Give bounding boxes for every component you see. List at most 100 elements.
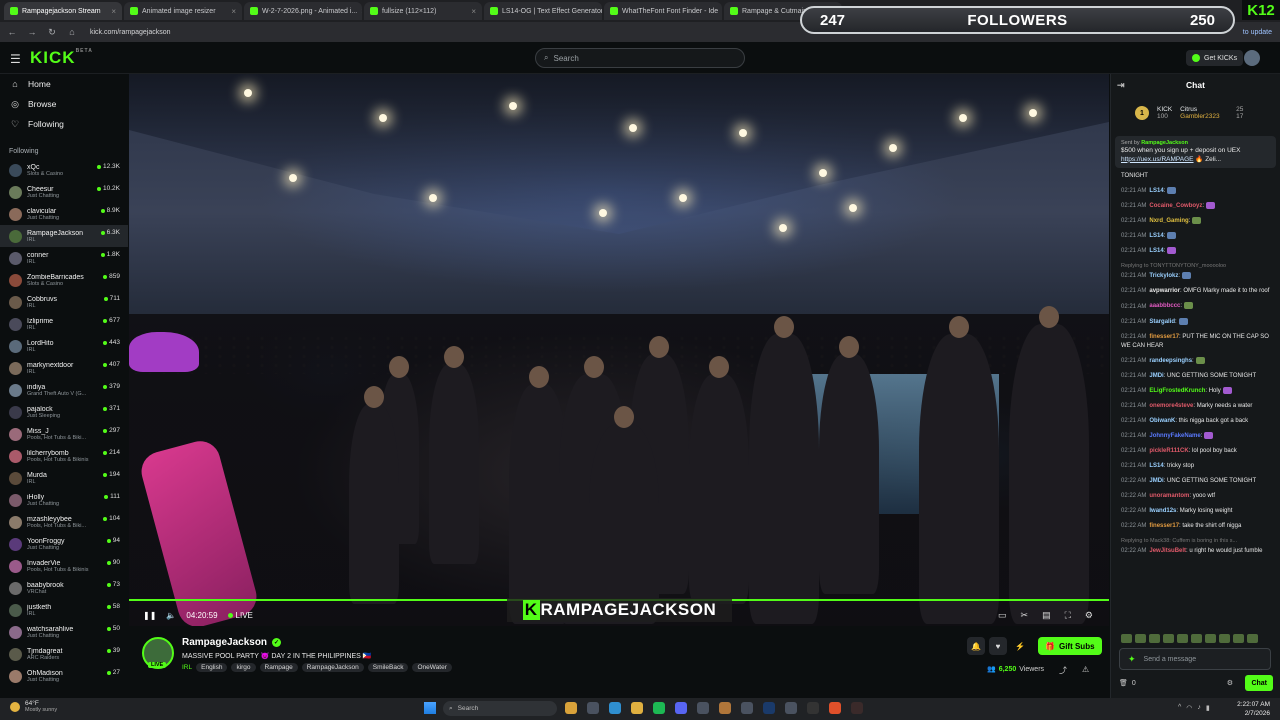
terminal-icon[interactable]: [807, 702, 819, 714]
message-username[interactable]: unoramantom: [1149, 493, 1189, 499]
sidebar-item-browse[interactable]: ◎ Browse: [0, 94, 128, 114]
wifi-icon[interactable]: ◠: [1186, 704, 1192, 712]
followed-channel[interactable]: mzashleyybee Pools, Hot Tubs & Biki... 104: [0, 511, 128, 533]
kick-logo[interactable]: KICKBETA: [30, 48, 93, 68]
message-username[interactable]: Iwand12s: [1149, 508, 1176, 514]
close-tab-icon[interactable]: ×: [471, 7, 476, 16]
message-username[interactable]: LS14: [1149, 233, 1163, 239]
followed-channel[interactable]: Izliprime IRL 677: [0, 313, 128, 335]
category-link[interactable]: IRL: [182, 664, 192, 671]
followed-channel[interactable]: clavicular Just Chatting 8.9K: [0, 203, 128, 225]
followed-channel[interactable]: Miss_J Pools, Hot Tubs & Biki... 297: [0, 423, 128, 445]
message-username[interactable]: JewJitsuBelt: [1149, 548, 1186, 554]
report-icon[interactable]: ⚠: [1082, 665, 1089, 674]
gift-subs-button[interactable]: 🎁 Gift Subs: [1038, 637, 1102, 655]
message-username[interactable]: ELigFrostedKrunch: [1149, 388, 1205, 394]
close-tab-icon[interactable]: ×: [231, 7, 236, 16]
message-username[interactable]: finesser17: [1149, 523, 1179, 529]
message-username[interactable]: JMDi: [1149, 478, 1163, 484]
close-tab-icon[interactable]: ×: [361, 7, 362, 16]
message-username[interactable]: Trickylokz: [1149, 273, 1178, 279]
emote-icon[interactable]: [1191, 634, 1202, 643]
close-tab-icon[interactable]: ×: [111, 7, 116, 16]
message-username[interactable]: Cocaine_Cowboyz: [1149, 203, 1202, 209]
emote-icon[interactable]: [1247, 634, 1258, 643]
emote-icon[interactable]: [1219, 634, 1230, 643]
back-icon[interactable]: ←: [6, 27, 18, 37]
notification-bell-button[interactable]: 🔔: [967, 637, 985, 655]
followed-channel[interactable]: RampageJackson IRL 6.3K: [0, 225, 128, 247]
message-username[interactable]: Nxrd_Gaming: [1149, 218, 1188, 224]
menu-icon[interactable]: ☰: [10, 52, 21, 66]
sidebar-item-following[interactable]: ♡ Following: [0, 114, 128, 134]
sidebar-item-home[interactable]: ⌂ Home: [0, 74, 128, 94]
followed-channel[interactable]: iHolly Just Chatting 111: [0, 489, 128, 511]
message-username[interactable]: pickleR111CK: [1149, 448, 1188, 454]
settings-icon[interactable]: ⚙: [1085, 610, 1093, 621]
url-field[interactable]: kick.com/rampagejackson: [90, 29, 171, 36]
emote-icon[interactable]: [1163, 634, 1174, 643]
message-username[interactable]: LS14: [1149, 248, 1163, 254]
video-player[interactable]: K RAMPAGEJACKSON ❚❚ 🔈 04:20:59 LIVE ▭ ✂ ▤…: [129, 74, 1109, 626]
message-username[interactable]: LS14: [1149, 188, 1163, 194]
collapse-chat-icon[interactable]: ⇥: [1117, 80, 1125, 91]
followed-channel[interactable]: ZombieBarricades Slots & Casino 859: [0, 269, 128, 291]
stream-tag[interactable]: kirgo: [231, 663, 256, 672]
home-browser-icon[interactable]: ⌂: [66, 27, 78, 37]
windows-start-icon[interactable]: [424, 702, 436, 714]
streamer-name[interactable]: RampageJackson ✓: [182, 637, 282, 648]
reload-icon[interactable]: ↻: [46, 27, 58, 38]
followed-channel[interactable]: xQc Slots & Casino 12.3K: [0, 159, 128, 181]
browser-tab[interactable]: WhatTheFont Font Finder - Ide×: [604, 2, 722, 20]
fullscreen-icon[interactable]: ⛶: [1065, 610, 1071, 621]
followed-channel[interactable]: Cheesur Just Chatting 10.2K: [0, 181, 128, 203]
browser-tab[interactable]: LS14-OG | Text Effect Generator×: [484, 2, 602, 20]
theater-mode-icon[interactable]: ▤: [1042, 610, 1051, 621]
chevron-up-icon[interactable]: ^: [1178, 704, 1181, 712]
message-username[interactable]: Stargalid: [1149, 319, 1175, 325]
stream-tag[interactable]: RampageJackson: [301, 663, 364, 672]
chat-plus-icon[interactable]: ✦: [1128, 654, 1136, 665]
browser-tab[interactable]: Rampagejackson Stream ×: [4, 2, 122, 20]
steam-icon[interactable]: [741, 702, 753, 714]
system-clock[interactable]: 2:22:07 AM 2/7/2026: [1237, 700, 1270, 718]
followed-channel[interactable]: conner IRL 1.8K: [0, 247, 128, 269]
edge-icon[interactable]: [609, 702, 621, 714]
live-indicator[interactable]: LIVE: [227, 611, 253, 620]
browser-tab[interactable]: W-2-7-2026.png - Animated i...×: [244, 2, 362, 20]
search-input[interactable]: ⌕ Search: [535, 48, 745, 68]
pinned-message[interactable]: Sent by RampageJackson $500 when you sig…: [1115, 136, 1276, 169]
pinned-link[interactable]: https://uex.us/RAMPAGE: [1121, 156, 1194, 163]
weather-widget[interactable]: 64°F Mostly sunny: [10, 700, 57, 713]
battery-icon[interactable]: ▮: [1206, 704, 1210, 712]
chrome-icon[interactable]: [565, 702, 577, 714]
file-explorer-icon[interactable]: [631, 702, 643, 714]
browser-tab[interactable]: fullsize (112×112) ×: [364, 2, 482, 20]
message-username[interactable]: randeepsinghs: [1149, 358, 1192, 364]
message-username[interactable]: avpwarrior: [1149, 288, 1180, 294]
miniplayer-icon[interactable]: ▭: [998, 610, 1007, 621]
followed-channel[interactable]: markynextdoor IRL 407: [0, 357, 128, 379]
emote-icon[interactable]: [1135, 634, 1146, 643]
followed-channel[interactable]: Cobbruvs IRL 711: [0, 291, 128, 313]
emote-icon[interactable]: [1177, 634, 1188, 643]
share-icon[interactable]: ⤴: [1059, 665, 1067, 676]
follow-heart-button[interactable]: ♥: [989, 637, 1007, 655]
volume-icon[interactable]: 🔈: [166, 611, 176, 620]
followed-channel[interactable]: pajalock Just Sleeping 371: [0, 401, 128, 423]
stream-tag[interactable]: Rampage: [259, 663, 298, 672]
followed-channel[interactable]: lilcherrybomb Pools, Hot Tubs & Bikinis 21…: [0, 445, 128, 467]
clip-icon[interactable]: ✂: [1021, 610, 1029, 621]
stream-tag[interactable]: OneWater: [412, 663, 452, 672]
emote-icon[interactable]: [1205, 634, 1216, 643]
followed-channel[interactable]: LordHito IRL 443: [0, 335, 128, 357]
followed-channel[interactable]: watchsarahlive Just Chatting 50: [0, 621, 128, 643]
brave-icon[interactable]: [829, 702, 841, 714]
bolt-button[interactable]: ⚡: [1011, 637, 1029, 655]
message-username[interactable]: aaabbbccc: [1149, 304, 1180, 310]
pause-icon[interactable]: ❚❚: [143, 611, 156, 620]
obs-icon[interactable]: [851, 702, 863, 714]
photoshop-icon[interactable]: [763, 702, 775, 714]
forward-icon[interactable]: →: [26, 27, 38, 37]
message-username[interactable]: JMDi: [1149, 373, 1163, 379]
